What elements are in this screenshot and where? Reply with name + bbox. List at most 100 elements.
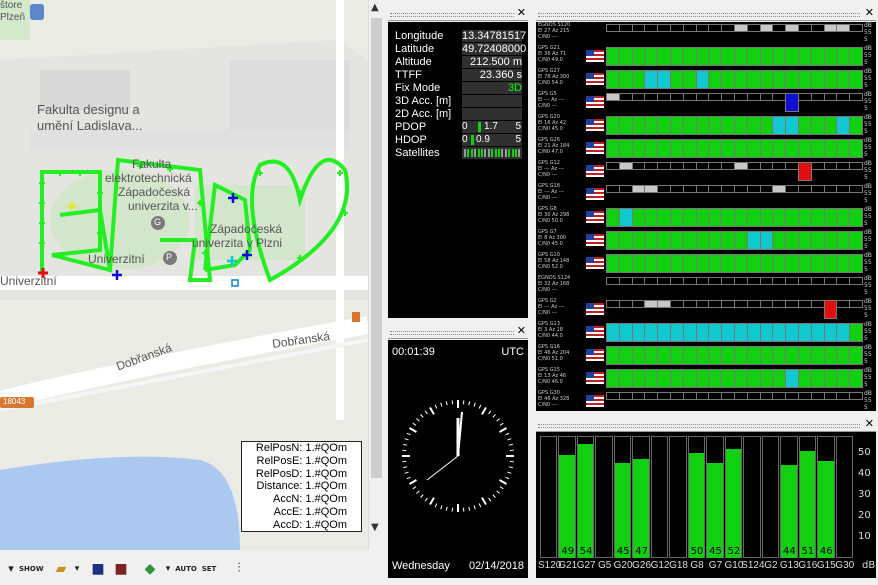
satellite-signal-history — [606, 369, 863, 388]
satellite-row[interactable]: GPS G30 El 46 Az 328 C/N0 --- dB 55 5 — [536, 390, 876, 411]
snr-axis-tick: 50 — [858, 446, 871, 458]
signal-cell — [798, 277, 812, 285]
clock-tick — [429, 407, 435, 415]
fix-mode-label: Fix Mode — [395, 82, 441, 94]
clock-tick — [478, 404, 482, 409]
satellite-row[interactable]: GPS G21 El 36 Az 71 C/N0 49.0 dB 55 5 — [536, 45, 876, 68]
satellite-row[interactable]: GPS G5 El --- Az --- C/N0 --- dB 55 5 — [536, 91, 876, 114]
signal-cell — [657, 208, 671, 227]
signal-cell — [759, 116, 774, 135]
scroll-thumb[interactable] — [371, 18, 382, 478]
signal-cell — [734, 70, 748, 89]
signal-cell — [810, 208, 825, 227]
signal-cell — [759, 93, 774, 101]
signal-cell — [682, 323, 697, 342]
signal-cell — [772, 346, 787, 365]
satellite-row[interactable]: GPS G2 El --- Az --- C/N0 --- dB 55 5 — [536, 298, 876, 321]
signal-cell — [670, 231, 684, 250]
db-scale-label: 55 — [864, 397, 872, 404]
db-scale-label: 5 — [864, 289, 868, 296]
satellite-info-line: C/N0 --- — [538, 103, 558, 109]
satellite-signal-history — [606, 185, 863, 204]
snr-bar — [614, 463, 631, 558]
snr-value-label: 50 — [690, 546, 704, 557]
snr-value-label: 52 — [727, 546, 741, 557]
save-icon[interactable]: ■ — [87, 558, 109, 580]
db-scale-label: 55 — [864, 190, 872, 197]
signal-cell — [695, 300, 710, 308]
satellite-row[interactable]: GPS G10 El 58 Az 148 C/N0 52.0 dB 55 5 — [536, 252, 876, 275]
db-scale-label: dB — [864, 45, 872, 52]
open-dropdown-icon[interactable]: ▾ — [66, 558, 88, 580]
satellite-strip-bar — [477, 149, 480, 157]
clock-tick — [420, 414, 424, 418]
signal-cell — [606, 346, 620, 365]
fix-mode-value: 3D — [462, 82, 522, 94]
satellite-row[interactable]: EGNOS S120 El 27 Az 215 C/N0 --- dB 55 5 — [536, 22, 876, 45]
signal-cell — [836, 346, 851, 365]
set-button[interactable]: SET — [198, 558, 220, 580]
scroll-down-icon[interactable]: ▼ — [371, 522, 379, 533]
satellite-row[interactable]: GPS G16 El 46 Az 204 C/N0 51.0 dB 55 5 — [536, 344, 876, 367]
satellite-row[interactable]: GPS G15 El 13 Az 46 C/N0 46.0 dB 55 5 — [536, 367, 876, 390]
scroll-up-icon[interactable]: ▲ — [371, 2, 379, 13]
satellite-row[interactable]: GPS G20 El 16 Az 42 C/N0 45.0 dB 55 5 — [536, 114, 876, 137]
signal-cell — [644, 392, 659, 400]
signal-cell — [618, 70, 633, 89]
satellite-row[interactable]: GPS G26 El 21 Az 184 C/N0 47.0 dB 55 5 — [536, 137, 876, 160]
show-button[interactable]: SHOW — [19, 558, 44, 580]
map-label-univerzitni-poi: Univerzitní — [88, 252, 145, 266]
satellite-row[interactable]: GPS G7 El 8 Az 300 C/N0 45.0 dB 55 5 — [536, 229, 876, 252]
save-as-icon[interactable]: ■ — [110, 558, 132, 580]
signal-cell — [644, 323, 659, 342]
signal-cell — [618, 208, 633, 227]
satellite-info: GPS G30 El 46 Az 328 C/N0 --- — [538, 390, 569, 408]
signal-cell — [823, 300, 838, 319]
signal-cell — [682, 162, 697, 170]
db-scale-label: dB — [864, 206, 872, 213]
signal-cell — [772, 231, 787, 250]
clock-tick — [440, 402, 443, 407]
close-icon[interactable]: ✕ — [865, 6, 874, 19]
db-scale-label: 55 — [864, 29, 872, 36]
signal-cell — [823, 24, 838, 32]
clock-tick — [508, 443, 513, 446]
signal-cell — [810, 93, 825, 101]
signal-cell — [657, 116, 671, 135]
signal-cell — [772, 392, 787, 400]
signal-cell — [759, 24, 774, 32]
db-scale-label: 55 — [864, 213, 872, 220]
signal-cell — [606, 231, 620, 250]
map-label-zcu2: univerzita v Plzni — [192, 236, 283, 250]
satellite-row[interactable]: EGNOS S124 El 32 Az 168 C/N0 --- dB 55 5 — [536, 275, 876, 298]
signal-cell — [798, 93, 812, 101]
ttff-label: TTFF — [395, 69, 422, 81]
signal-cell — [721, 277, 735, 285]
close-icon[interactable]: ✕ — [865, 417, 874, 430]
signal-cell — [785, 254, 799, 273]
close-icon[interactable]: ✕ — [517, 6, 526, 19]
settings-sliders-icon[interactable]: ⫶ — [228, 558, 250, 580]
signal-cell — [657, 47, 671, 66]
signal-cell — [759, 323, 774, 342]
signal-cell — [644, 116, 659, 135]
info-panel-titlebar[interactable]: ✕ — [388, 6, 528, 21]
satellite-row[interactable]: GPS G27 El 78 Az 300 C/N0 54.0 dB 55 5 — [536, 68, 876, 91]
signal-cell — [836, 254, 851, 273]
satellite-strip-bar — [515, 149, 517, 157]
snr-panel-titlebar[interactable]: ✕ — [536, 417, 876, 432]
satellite-row[interactable]: GPS G8 El 30 Az 298 C/N0 50.0 dB 55 5 — [536, 206, 876, 229]
map-vertical-scrollbar[interactable]: ▲ ▼ — [368, 0, 385, 550]
satellite-row[interactable]: GPS G18 El --- Az --- C/N0 --- dB 55 5 — [536, 183, 876, 206]
poi-shop-icon[interactable] — [30, 4, 44, 20]
satellite-signal-history — [606, 24, 863, 43]
satlist-panel-titlebar[interactable]: ✕ — [536, 6, 876, 21]
close-icon[interactable]: ✕ — [517, 324, 526, 337]
signal-cell — [721, 346, 735, 365]
satellite-row[interactable]: GPS G12 El --- Az --- C/N0 --- dB 55 5 — [536, 160, 876, 183]
auto-button[interactable]: AUTO — [175, 558, 197, 580]
signal-cell — [734, 24, 748, 32]
signal-cell — [759, 392, 774, 400]
clock-panel-titlebar[interactable]: ✕ — [388, 324, 528, 339]
satellite-row[interactable]: GPS G13 El 3 Az 18 C/N0 44.0 dB 55 5 — [536, 321, 876, 344]
